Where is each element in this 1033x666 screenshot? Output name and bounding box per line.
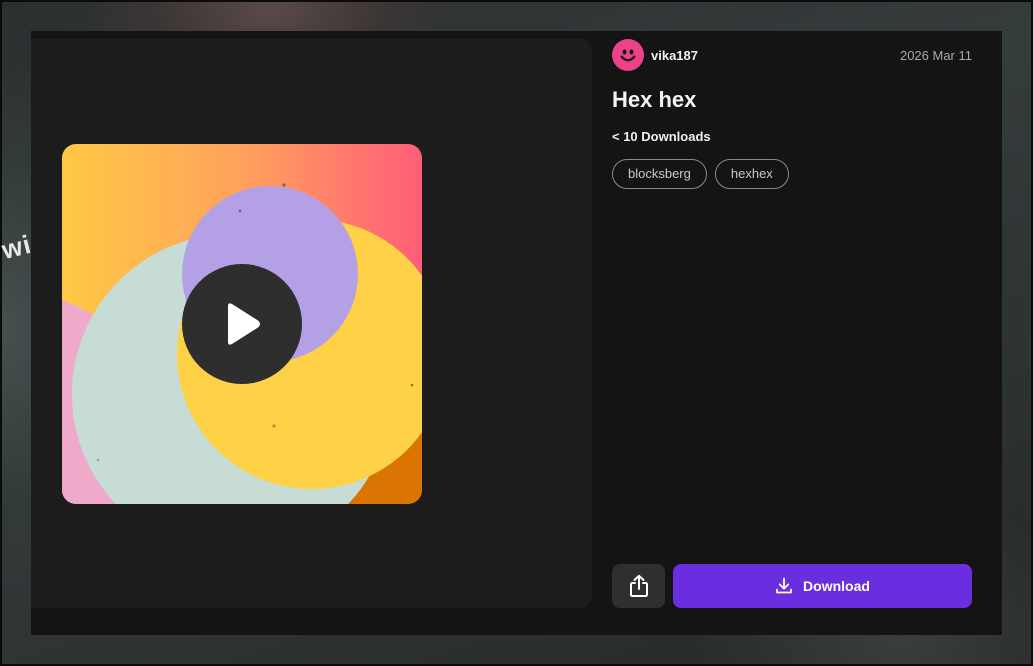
author-row: vika187 2026 Mar 11 (612, 39, 972, 71)
tag-hexhex[interactable]: hexhex (714, 159, 789, 189)
media-panel (31, 39, 592, 608)
tag-list: blocksberg hexhex (612, 159, 789, 189)
info-panel: vika187 2026 Mar 11 Hex hex < 10 Downloa… (612, 31, 972, 635)
download-button[interactable]: Download (673, 564, 972, 608)
item-title: Hex hex (612, 87, 697, 112)
share-button[interactable] (612, 564, 665, 608)
tag-blocksberg[interactable]: blocksberg (612, 159, 707, 189)
download-count: < 10 Downloads (612, 129, 711, 144)
cover-artwork (62, 144, 422, 504)
download-icon (776, 577, 792, 594)
share-icon (629, 574, 648, 597)
smiley-icon (620, 49, 636, 62)
play-button[interactable] (182, 264, 302, 384)
avatar[interactable] (612, 39, 644, 71)
author-username[interactable]: vika187 (651, 48, 698, 63)
post-date: 2026 Mar 11 (899, 47, 972, 63)
item-detail-modal: vika187 2026 Mar 11 Hex hex < 10 Downloa… (31, 31, 1002, 635)
download-button-label: Download (803, 578, 870, 594)
play-icon (228, 303, 260, 345)
